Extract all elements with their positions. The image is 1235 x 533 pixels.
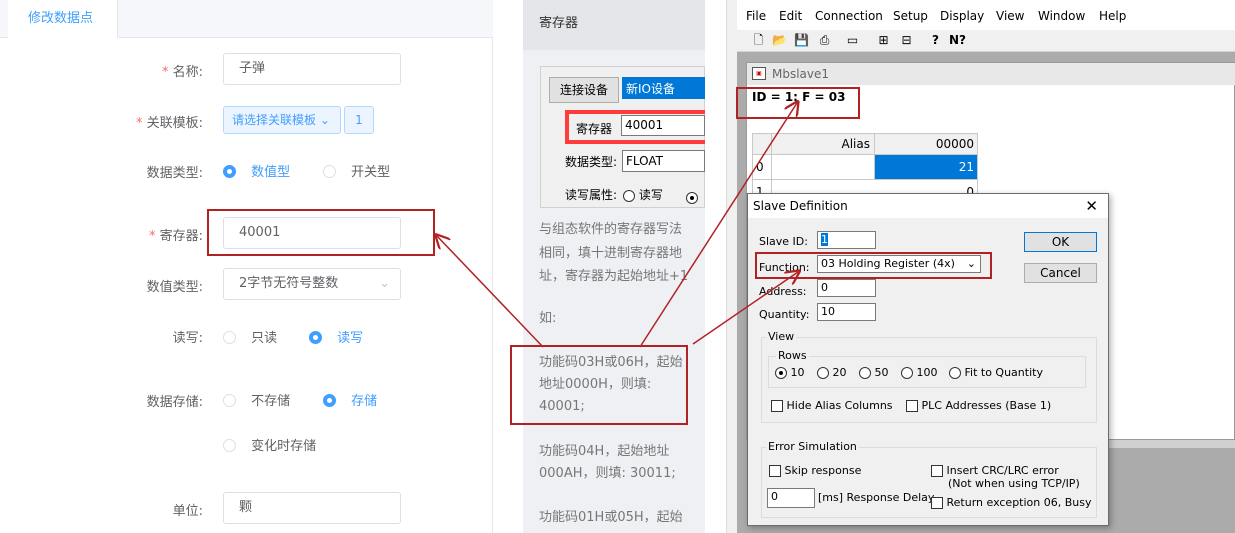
arrow-to-function [692,272,798,345]
arrow-to-status [639,103,797,348]
arrow-to-register [437,236,544,348]
annotation-arrows [0,0,1235,348]
